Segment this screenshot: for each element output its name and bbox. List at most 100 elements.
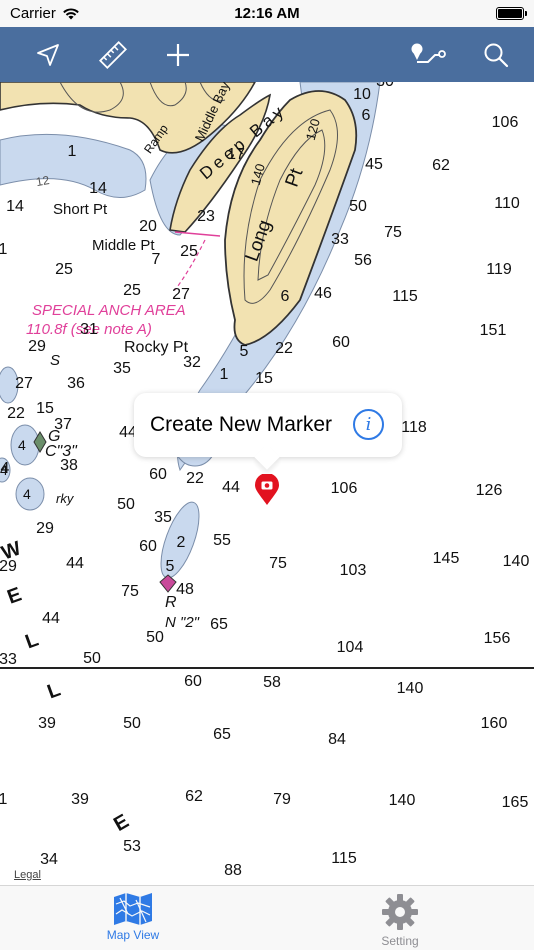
info-button[interactable]: i [353, 409, 384, 440]
battery-icon [496, 7, 527, 20]
depth-sounding: 44 [42, 610, 60, 627]
depth-sounding: 1 [219, 366, 229, 383]
depth-sounding: 32 [183, 354, 201, 371]
depth-sounding: 35 [154, 509, 172, 526]
depth-sounding: 60 [332, 334, 350, 351]
depth-sounding: 5 [165, 558, 175, 575]
depth-sounding: 2 [176, 534, 186, 551]
info-icon: i [365, 414, 372, 435]
tab-map-view[interactable]: Map View [73, 892, 193, 942]
map-icon [114, 893, 152, 925]
search-icon [484, 43, 509, 68]
navigate-icon [37, 44, 59, 66]
label-n2: N "2" [165, 614, 199, 631]
depth-sounding: 15 [255, 370, 273, 387]
legal-link[interactable]: Legal [14, 869, 41, 881]
plus-icon [167, 44, 189, 66]
tab-map-view-label: Map View [106, 928, 160, 942]
depth-sounding: 55 [213, 532, 231, 549]
depth-sounding: 151 [479, 322, 507, 339]
depth-sounding: 39 [71, 791, 89, 808]
depth-sounding: 160 [480, 715, 508, 732]
label-s: S [50, 352, 61, 369]
depth-sounding: 23 [197, 208, 215, 225]
contour-12: 12 [34, 172, 51, 190]
depth-sounding: 7 [151, 251, 161, 268]
depth-sounding: 65 [213, 726, 231, 743]
depth-sounding: 15 [36, 400, 54, 417]
contour-4b: 4 [23, 486, 31, 502]
route-icon [411, 43, 446, 63]
route-button[interactable] [405, 35, 451, 75]
depth-sounding: 65 [210, 616, 228, 633]
gear-icon [382, 894, 418, 930]
ruler-icon [98, 40, 128, 70]
depth-sounding: 39 [38, 715, 56, 732]
depth-sounding: 110 [494, 195, 520, 212]
depth-sounding: 48 [176, 581, 194, 598]
depth-sounding: 62 [432, 157, 450, 174]
depth-sounding: 17 [227, 146, 245, 163]
tab-setting-label: Setting [381, 934, 419, 948]
depth-sounding: 119 [486, 261, 512, 278]
place-middle-pt: Middle Pt [92, 237, 155, 254]
depth-sounding: 44 [222, 479, 240, 496]
depth-sounding: 27 [15, 375, 33, 392]
create-marker-callout[interactable]: Create New Marker i [134, 393, 402, 457]
depth-sounding: 29 [36, 520, 54, 537]
depth-sounding: 118 [401, 419, 427, 436]
depth-sounding: 30 [376, 82, 394, 91]
marker-pin-icon[interactable] [254, 474, 280, 506]
depth-sounding: 140 [388, 792, 416, 809]
depth-sounding: 106 [330, 480, 358, 497]
label-r: R [165, 594, 177, 611]
depth-sounding: 115 [331, 850, 357, 867]
map-toolbar [0, 27, 534, 82]
create-marker-label[interactable]: Create New Marker [150, 413, 332, 437]
status-left: Carrier [10, 5, 80, 22]
depth-sounding: 22 [186, 470, 204, 487]
place-rocky-pt: Rocky Pt [124, 339, 189, 356]
depth-sounding: 60 [139, 538, 157, 555]
depth-sounding: 60 [149, 466, 167, 483]
depth-sounding: 6 [280, 288, 290, 305]
depth-sounding: 165 [501, 794, 529, 811]
depth-sounding: 75 [269, 555, 287, 572]
depth-sounding: 104 [336, 639, 364, 656]
depth-sounding: 1 [0, 241, 8, 258]
depth-sounding: 50 [117, 496, 135, 513]
depth-sounding: 50 [83, 650, 101, 667]
add-button[interactable] [158, 35, 198, 75]
anch-area-title: SPECIAL ANCH AREA [32, 302, 186, 319]
depth-sounding: 140 [502, 553, 530, 570]
ruler-button[interactable] [93, 35, 133, 75]
wifi-icon [63, 8, 79, 20]
depth-sounding: 53 [123, 838, 141, 855]
search-button[interactable] [476, 35, 516, 75]
depth-sounding: 46 [314, 285, 332, 302]
tab-setting[interactable]: Setting [340, 892, 460, 948]
depth-sounding: 44 [66, 555, 84, 572]
depth-sounding: 1 [67, 143, 77, 160]
label-rky: rky [56, 491, 74, 506]
depth-sounding: 36 [67, 375, 85, 392]
depth-sounding: 126 [475, 482, 503, 499]
depth-sounding: 10 [353, 86, 371, 103]
depth-sounding: 106 [491, 114, 519, 131]
depth-sounding: 25 [180, 243, 198, 260]
navigate-button[interactable] [28, 35, 68, 75]
place-short-pt: Short Pt [53, 201, 108, 218]
status-bar: Carrier 12:16 AM [0, 0, 534, 27]
depth-sounding: 25 [55, 261, 73, 278]
depth-sounding: 20 [139, 218, 157, 235]
depth-sounding: 29 [0, 558, 17, 575]
depth-sounding: 75 [121, 583, 139, 600]
depth-sounding: 45 [365, 156, 383, 173]
depth-sounding: 79 [273, 791, 291, 808]
clock: 12:16 AM [234, 5, 300, 22]
depth-sounding: 35 [113, 360, 131, 377]
depth-sounding: 34 [40, 851, 58, 868]
depth-sounding: 38 [60, 457, 78, 474]
depth-sounding: 1 [0, 791, 8, 808]
depth-sounding: 5 [239, 343, 249, 360]
